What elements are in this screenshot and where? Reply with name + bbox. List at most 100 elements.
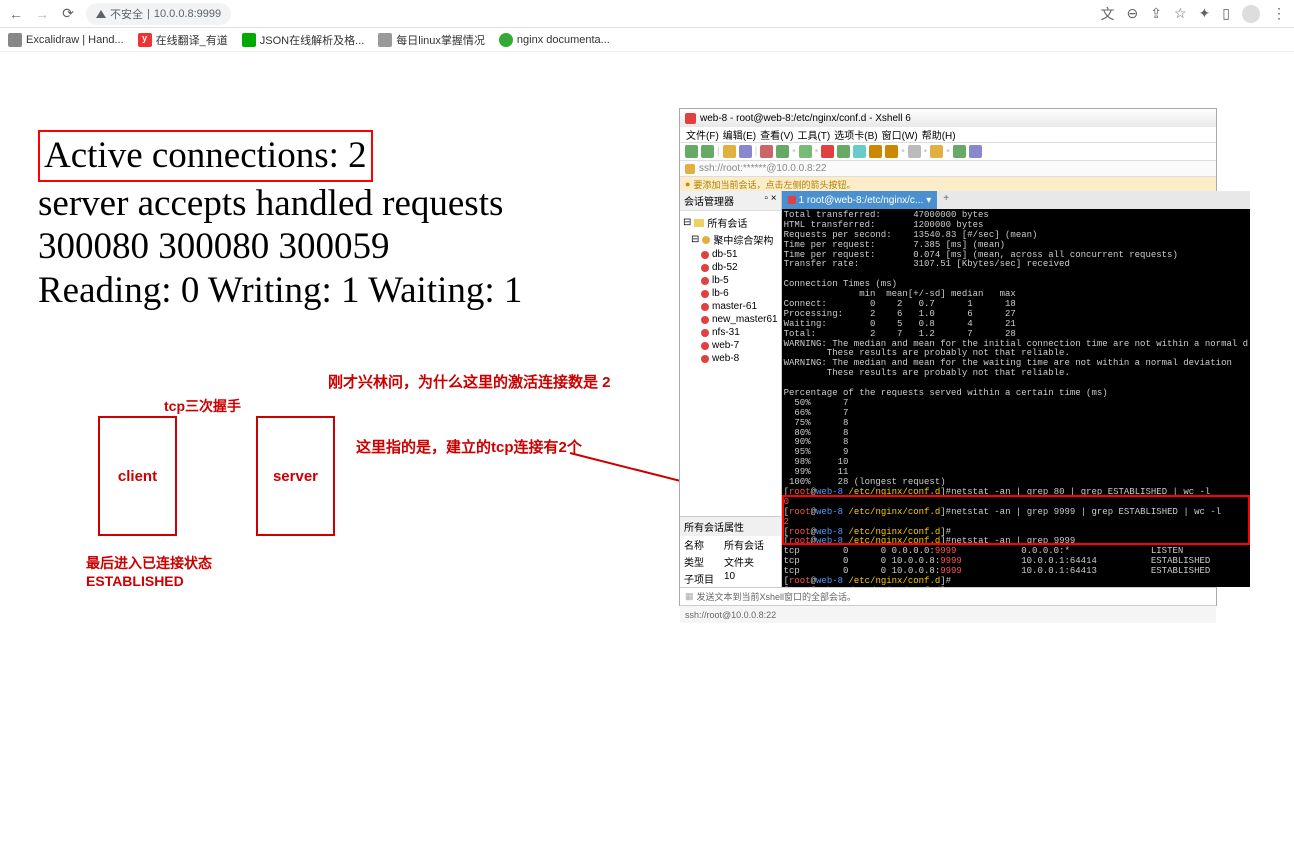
forward-button[interactable]: → <box>34 6 50 22</box>
nginx-line4: Reading: 0 Writing: 1 Waiting: 1 <box>38 269 522 313</box>
url-divider: | <box>147 8 150 20</box>
toolbar-icon[interactable] <box>853 145 866 158</box>
nginx-line2: server accepts handled requests <box>38 182 522 226</box>
tree-item[interactable]: db-52 <box>683 261 778 274</box>
toolbar-icon[interactable] <box>760 145 773 158</box>
xshell-tab-active[interactable]: 1 root@web-8:/etc/nginx/c... ▾ <box>782 191 938 209</box>
address-bar[interactable]: 不安全 | 10.0.0.8:9999 <box>86 3 231 25</box>
browser-right-icons: 文 ⊖ ⇪ ☆ ✦ ▯ ⋮ <box>1101 4 1286 24</box>
established-label: 最后进入已连接状态 ESTABLISHED <box>86 553 212 589</box>
nginx-line3: 300080 300080 300059 <box>38 225 522 269</box>
xshell-titlebar[interactable]: web-8 - root@web-8:/etc/nginx/conf.d - X… <box>680 109 1216 127</box>
tree-item[interactable]: web-8 <box>683 352 778 365</box>
xshell-title-text: web-8 - root@web-8:/etc/nginx/conf.d - X… <box>700 113 911 124</box>
translate-icon[interactable]: 文 <box>1101 4 1115 24</box>
xshell-address-bar[interactable]: ssh://root:******@10.0.0.8:22 <box>680 161 1216 177</box>
toolbar-icon[interactable] <box>821 145 834 158</box>
tree-root[interactable]: ⊟ 所有会话 <box>683 214 778 231</box>
tree-item[interactable]: lb-5 <box>683 274 778 287</box>
toolbar-icon[interactable] <box>837 145 850 158</box>
session-icon <box>701 329 709 337</box>
extensions-icon[interactable]: ✦ <box>1199 5 1211 22</box>
reload-button[interactable]: ⟳ <box>60 6 76 22</box>
browser-nav-bar: ← → ⟳ 不安全 | 10.0.0.8:9999 文 ⊖ ⇪ ☆ ✦ ▯ ⋮ <box>0 0 1294 28</box>
session-manager-title: 会话管理器 ▫ × <box>680 191 781 211</box>
bookmark-item[interactable]: nginx documenta... <box>499 33 610 47</box>
netstat-highlight-box <box>782 495 1250 545</box>
menu-tab[interactable]: 选项卡(B) <box>833 127 878 142</box>
tree-item[interactable]: nfs-31 <box>683 326 778 339</box>
session-tree: ⊟ 所有会话 ⊟ 聚中综合架构 db-51 db-52 lb-5 lb-6 ma… <box>680 211 781 516</box>
bookmark-icon[interactable]: ☆ <box>1174 5 1187 22</box>
bookmarks-bar: Excalidraw | Hand... y在线翻译_有道 JSON在线解析及格… <box>0 28 1294 52</box>
session-icon <box>701 277 709 285</box>
xshell-footer-hint: ▦发送文本到当前Xshell窗口的全部会话。 <box>680 587 1216 605</box>
xshell-tab-new[interactable]: + <box>937 191 955 209</box>
menu-edit[interactable]: 编辑(E) <box>722 127 757 142</box>
session-icon <box>701 264 709 272</box>
menu-window[interactable]: 窗口(W) <box>881 127 919 142</box>
menu-help[interactable]: 帮助(H) <box>921 127 957 142</box>
toolbar-icon[interactable] <box>723 145 736 158</box>
toolbar-icon[interactable] <box>953 145 966 158</box>
warning-icon <box>96 10 106 18</box>
xshell-terminal[interactable]: Total transferred: 47000000 bytes HTML t… <box>782 209 1250 587</box>
session-icon <box>701 342 709 350</box>
menu-tools[interactable]: 工具(T) <box>796 127 831 142</box>
session-icon <box>702 236 710 244</box>
session-icon <box>701 251 709 259</box>
annotation-question-1: 刚才兴林问，为什么这里的激活连接数是 2 <box>328 371 611 392</box>
tree-item[interactable]: master-61 <box>683 300 778 313</box>
bookmark-item[interactable]: JSON在线解析及格... <box>242 32 365 48</box>
url-text: 10.0.0.8:9999 <box>154 8 221 20</box>
toolbar-icon[interactable] <box>799 145 812 158</box>
menu-view[interactable]: 查看(V) <box>759 127 794 142</box>
props-row: 子项目10 <box>680 570 781 587</box>
session-icon <box>701 290 709 298</box>
lock-icon <box>685 164 695 174</box>
toolbar-icon[interactable] <box>885 145 898 158</box>
toolbar-icon[interactable] <box>930 145 943 158</box>
xshell-footer-status: ssh://root@10.0.0.8:22 <box>680 605 1216 623</box>
toolbar-icon[interactable] <box>869 145 882 158</box>
tab-dropdown-icon[interactable]: ▾ <box>926 195 931 206</box>
toolbar-icon[interactable] <box>685 145 698 158</box>
toolbar-icon[interactable] <box>776 145 789 158</box>
tcp-handshake-label: tcp三次握手 <box>164 396 241 416</box>
bookmark-item[interactable]: Excalidraw | Hand... <box>8 33 124 47</box>
session-icon <box>701 316 709 324</box>
toolbar-icon[interactable] <box>739 145 752 158</box>
session-icon <box>701 355 709 363</box>
share-icon[interactable]: ⇪ <box>1150 5 1162 22</box>
tree-item[interactable]: new_master61 <box>683 313 778 326</box>
not-secure-label: 不安全 <box>110 6 143 22</box>
xshell-app-icon <box>685 113 696 124</box>
bookmark-item[interactable]: y在线翻译_有道 <box>138 32 228 48</box>
server-box: server <box>256 416 335 536</box>
info-icon: ● <box>685 179 690 189</box>
avatar-icon[interactable] <box>1242 5 1260 23</box>
reading-list-icon[interactable]: ▯ <box>1222 5 1230 22</box>
toolbar-icon[interactable] <box>908 145 921 158</box>
tree-item[interactable]: db-51 <box>683 248 778 261</box>
tree-item[interactable]: web-7 <box>683 339 778 352</box>
session-icon <box>701 303 709 311</box>
toolbar-icon[interactable] <box>701 145 714 158</box>
menu-icon[interactable]: ⋮ <box>1272 5 1286 22</box>
zoom-icon[interactable]: ⊖ <box>1127 5 1139 22</box>
xshell-window: web-8 - root@web-8:/etc/nginx/conf.d - X… <box>679 108 1217 606</box>
tree-item[interactable]: ⊟ 聚中综合架构 <box>683 231 778 248</box>
xshell-menu-bar: 文件(F) 编辑(E) 查看(V) 工具(T) 选项卡(B) 窗口(W) 帮助(… <box>680 127 1216 143</box>
tree-item[interactable]: lb-6 <box>683 287 778 300</box>
props-row: 类型文件夹 <box>680 553 781 570</box>
back-button[interactable]: ← <box>8 6 24 22</box>
xshell-toolbar: | | • • • • • <box>680 143 1216 161</box>
nginx-status-block: Active connections: 2 server accepts han… <box>38 130 522 313</box>
props-row: 名称所有会话 <box>680 536 781 553</box>
menu-file[interactable]: 文件(F) <box>685 127 720 142</box>
xshell-sidebar: 会话管理器 ▫ × ⊟ 所有会话 ⊟ 聚中综合架构 db-51 db-52 lb… <box>680 191 782 587</box>
tab-session-icon <box>788 196 796 204</box>
toolbar-icon[interactable] <box>969 145 982 158</box>
sidebar-close-icon[interactable]: ▫ × <box>764 193 776 208</box>
bookmark-item[interactable]: 每日linux掌握情况 <box>378 32 485 48</box>
